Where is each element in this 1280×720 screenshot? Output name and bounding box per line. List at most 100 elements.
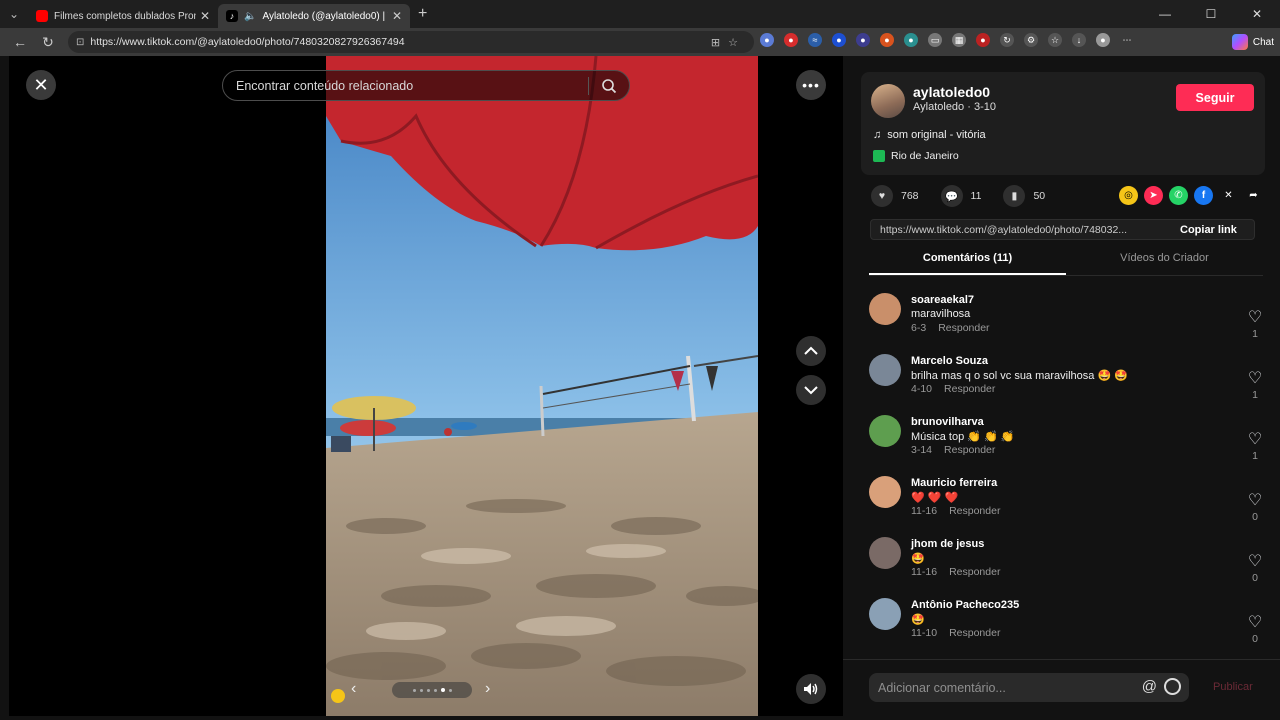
extension-icon[interactable]: ● <box>856 33 870 47</box>
copy-link-button[interactable]: Copiar link <box>1180 224 1237 236</box>
close-tab-icon[interactable]: ✕ <box>200 9 210 23</box>
save-count: 50 <box>1033 190 1046 202</box>
carousel-dot-active[interactable] <box>440 688 445 692</box>
commenter-name[interactable]: jhom de jesus <box>911 538 984 550</box>
whatsapp-share-icon[interactable]: ✆ <box>1169 186 1188 205</box>
commenter-name[interactable]: Antônio Pacheco235 <box>911 599 1019 611</box>
address-bar[interactable]: ⊡ https://www.tiktok.com/@aylatoledo0/ph… <box>68 31 754 53</box>
commenter-avatar[interactable] <box>869 598 901 630</box>
related-search-input[interactable] <box>236 78 576 93</box>
favorites-icon[interactable]: ☆ <box>1048 33 1062 47</box>
extension-icon[interactable]: ▭ <box>928 33 942 47</box>
save-action[interactable]: ▮ 50 <box>1003 185 1045 207</box>
new-tab-button[interactable]: + <box>418 5 427 23</box>
carousel-dot[interactable] <box>426 688 430 692</box>
add-comment-bar: @ Publicar <box>843 659 1280 720</box>
close-tab-icon[interactable]: ✕ <box>392 9 402 23</box>
comment-action[interactable]: 💬 11 <box>940 185 981 207</box>
carousel-dot[interactable] <box>433 688 437 692</box>
copilot-chat-button[interactable]: Chat <box>1231 32 1274 52</box>
commenter-name[interactable]: Marcelo Souza <box>911 355 988 367</box>
follow-button[interactable]: Seguir <box>1176 84 1254 111</box>
photo-viewer: ✕ ••• <box>9 56 843 716</box>
refresh-icon[interactable]: ↻ <box>34 34 62 51</box>
address-actions[interactable]: ⊞☆ <box>711 36 746 49</box>
more-share-icon[interactable]: ➦ <box>1244 186 1263 205</box>
carousel-dot[interactable] <box>412 688 416 692</box>
browser-tab-tiktok[interactable]: ♪ 🔈 Aylatoledo (@aylatoledo0) | T ✕ <box>218 4 410 28</box>
search-icon[interactable] <box>601 78 617 94</box>
commenter-name[interactable]: Mauricio ferreira <box>911 477 997 489</box>
emoji-icon[interactable] <box>1164 678 1181 695</box>
extension-icon[interactable]: ● <box>784 33 798 47</box>
comment-like[interactable]: ♡ 1 <box>1247 429 1263 462</box>
tiktok-page: ✕ ••• <box>0 56 1280 720</box>
x-share-icon[interactable]: ✕ <box>1219 186 1238 205</box>
extension-icon[interactable]: ⚙ <box>1024 33 1038 47</box>
carousel-dot[interactable] <box>419 688 423 692</box>
comment-like[interactable]: ♡ 1 <box>1247 307 1263 340</box>
reply-button[interactable]: Responder <box>949 627 1000 639</box>
publish-button[interactable]: Publicar <box>1213 681 1253 693</box>
commenter-avatar[interactable] <box>869 537 901 569</box>
carousel-next-button[interactable]: › <box>485 680 490 698</box>
reply-button[interactable]: Responder <box>944 383 995 395</box>
add-comment-input[interactable] <box>878 680 1138 695</box>
comment-meta: 11-16 Responder <box>911 566 1000 578</box>
mention-icon[interactable]: @ <box>1142 678 1157 695</box>
next-post-button[interactable] <box>796 375 826 405</box>
embed-share-icon[interactable]: ◎ <box>1119 186 1138 205</box>
comment-item: brunovilharva Música top 👏 👏 👏 3-14 Respo… <box>869 414 1263 475</box>
facebook-share-icon[interactable]: f <box>1194 186 1213 205</box>
author-avatar[interactable] <box>871 84 905 118</box>
downloads-icon[interactable]: ↓ <box>1072 33 1086 47</box>
carousel-dot[interactable] <box>448 688 452 692</box>
reply-button[interactable]: Responder <box>949 566 1000 578</box>
speaker-icon[interactable]: 🔈 <box>244 11 256 22</box>
commenter-avatar[interactable] <box>869 354 901 386</box>
reply-button[interactable]: Responder <box>938 322 989 334</box>
comment-like[interactable]: ♡ 0 <box>1247 490 1263 523</box>
minimize-icon[interactable]: — <box>1142 0 1188 28</box>
author-username[interactable]: aylatoledo0 <box>913 84 990 100</box>
commenter-name[interactable]: brunovilharva <box>911 416 984 428</box>
extension-icon[interactable]: ● <box>880 33 894 47</box>
volume-button[interactable] <box>796 674 826 704</box>
close-window-icon[interactable]: ✕ <box>1234 0 1280 28</box>
reply-button[interactable]: Responder <box>949 505 1000 517</box>
previous-post-button[interactable] <box>796 336 826 366</box>
tab-actions-menu-icon[interactable]: ⌄ <box>0 0 28 28</box>
extension-icon[interactable]: ● <box>832 33 846 47</box>
comment-like[interactable]: ♡ 0 <box>1247 612 1263 645</box>
comment-like[interactable]: ♡ 1 <box>1247 368 1263 401</box>
close-viewer-button[interactable]: ✕ <box>26 70 56 100</box>
comment-item: Mauricio ferreira ❤️ ❤️ ❤️ 11-16 Responde… <box>869 475 1263 536</box>
profile-avatar-icon[interactable]: ● <box>1096 33 1110 47</box>
carousel-prev-button[interactable]: ‹ <box>351 680 356 698</box>
music-link[interactable]: ♫ som original - vitória <box>873 129 986 141</box>
commenter-avatar[interactable] <box>869 476 901 508</box>
extension-icon[interactable]: ● <box>904 33 918 47</box>
commenter-name[interactable]: soareaekal7 <box>911 294 974 306</box>
more-options-button[interactable]: ••• <box>796 70 826 100</box>
more-menu-icon[interactable]: ⋯ <box>1120 33 1134 47</box>
maximize-icon[interactable]: ☐ <box>1188 0 1234 28</box>
share-link-url[interactable]: https://www.tiktok.com/@aylatoledo0/phot… <box>871 224 1171 236</box>
extension-icon[interactable]: ≈ <box>808 33 822 47</box>
browser-tab-youtube[interactable]: Filmes completos dublados Prome ✕ <box>28 4 218 28</box>
reply-button[interactable]: Responder <box>944 444 995 456</box>
tab-creator-videos[interactable]: Vídeos do Criador <box>1066 252 1263 275</box>
extension-icon[interactable]: ▦ <box>952 33 966 47</box>
like-action[interactable]: ♥ 768 <box>871 185 919 207</box>
refresh-extension-icon[interactable]: ↻ <box>1000 33 1014 47</box>
comment-like[interactable]: ♡ 0 <box>1247 551 1263 584</box>
extension-icon[interactable]: ● <box>760 33 774 47</box>
extension-icon[interactable]: ● <box>976 33 990 47</box>
location-link[interactable]: Rio de Janeiro <box>873 150 959 162</box>
site-info-icon[interactable]: ⊡ <box>76 37 84 48</box>
back-icon[interactable]: ← <box>6 34 34 50</box>
send-share-icon[interactable]: ➤ <box>1144 186 1163 205</box>
commenter-avatar[interactable] <box>869 293 901 325</box>
commenter-avatar[interactable] <box>869 415 901 447</box>
tab-comments[interactable]: Comentários (11) <box>869 252 1066 275</box>
